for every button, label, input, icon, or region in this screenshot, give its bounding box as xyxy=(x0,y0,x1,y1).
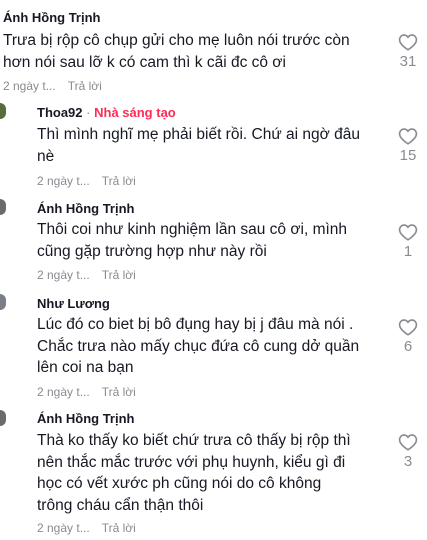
like-count: 1 xyxy=(403,243,413,260)
like-button[interactable]: 31 xyxy=(395,33,421,70)
comment-text-line: Thôi coi như kinh nghiệm lần sau cô ơi, … xyxy=(37,221,348,238)
like-count: 3 xyxy=(403,453,413,470)
like-count: 6 xyxy=(403,338,413,355)
comment-author[interactable]: Như Lương xyxy=(37,296,110,311)
comment-text-line: Thì mình nghĩ mẹ phải biết rồi. Chứ ai n… xyxy=(37,126,360,143)
comment-text: Thì mình nghĩ mẹ phải biết rồi. Chứ ai n… xyxy=(37,124,360,167)
like-count: 31 xyxy=(399,53,417,70)
comment-text-line: học có vết xước ph cũng nói do cô không xyxy=(37,475,322,492)
comment-meta: 2 ngày t... Trả lời xyxy=(37,268,136,282)
comment-text: Thà ko thấy ko biết chứ trưa cô thấy bị … xyxy=(37,430,351,516)
creator-badge: Nhà sáng tạo xyxy=(94,105,176,120)
comment-meta: 2 ngày t... Trả lời xyxy=(37,385,136,399)
comment-text: Thôi coi như kinh nghiệm lần sau cô ơi, … xyxy=(37,219,347,262)
comment-text-line: trông cháu cẩn thận thôi xyxy=(37,496,204,514)
author-name[interactable]: Thoa92 xyxy=(37,105,83,120)
heart-outline-icon xyxy=(398,319,418,336)
reply-button[interactable]: Trả lời xyxy=(102,521,136,535)
comment-text-line: nè xyxy=(37,147,55,165)
comment-meta: 2 ngày t... Trả lời xyxy=(3,79,102,93)
avatar[interactable] xyxy=(0,294,6,310)
comment-time: 2 ngày t... xyxy=(37,268,90,282)
comment-time: 2 ngày t... xyxy=(37,174,90,188)
heart-outline-icon xyxy=(398,224,418,241)
comment-text-line: Chắc trưa nào mấy chục đứa cô cung dở qu… xyxy=(37,337,360,355)
comment-text-line: Thà ko thấy ko biết chứ trưa cô thấy bị … xyxy=(37,432,351,449)
heart-outline-icon xyxy=(398,34,418,51)
comment-author: Thoa92 · Nhà sáng tạo xyxy=(37,105,176,120)
reply-button[interactable]: Trả lời xyxy=(102,174,136,188)
comment-time: 2 ngày t... xyxy=(3,79,56,93)
avatar[interactable] xyxy=(0,199,6,215)
comment-author[interactable]: Ánh Hồng Trịnh xyxy=(3,10,100,25)
comment-meta: 2 ngày t... Trả lời xyxy=(37,521,136,535)
comment-text-line: Lúc đó co biet bị bô đụng hay bị j đâu m… xyxy=(37,316,354,333)
comment-meta: 2 ngày t... Trả lời xyxy=(37,174,136,188)
like-count: 15 xyxy=(399,147,417,164)
like-button[interactable]: 6 xyxy=(395,318,421,355)
comment-text-line: hơn nói sau lỡ k có cam thì k cãi đc cô … xyxy=(3,53,286,71)
avatar[interactable] xyxy=(0,103,6,119)
like-button[interactable]: 15 xyxy=(395,127,421,164)
like-button[interactable]: 1 xyxy=(395,223,421,260)
comment-author[interactable]: Ánh Hồng Trịnh xyxy=(37,411,134,426)
comment-text-line: nên thắc mắc trước với phụ huynh, kiểu g… xyxy=(37,453,346,471)
comment-text-line: lên coi na bạn xyxy=(37,359,134,376)
like-button[interactable]: 3 xyxy=(395,433,421,470)
heart-outline-icon xyxy=(398,128,418,145)
avatar[interactable] xyxy=(0,410,6,426)
separator-dot: · xyxy=(86,105,91,120)
comment-time: 2 ngày t... xyxy=(37,521,90,535)
reply-button[interactable]: Trả lời xyxy=(68,79,102,93)
comment-text-line: cũng gặp trường hợp như này rồi xyxy=(37,242,267,260)
comment-text: Lúc đó co biet bị bô đụng hay bị j đâu m… xyxy=(37,314,359,379)
comment-author[interactable]: Ánh Hồng Trịnh xyxy=(37,201,134,216)
heart-outline-icon xyxy=(398,434,418,451)
reply-button[interactable]: Trả lời xyxy=(102,385,136,399)
comment-time: 2 ngày t... xyxy=(37,385,90,399)
reply-button[interactable]: Trả lời xyxy=(102,268,136,282)
comment-text: Trưa bị rộp cô chụp gửi cho mẹ luôn nói … xyxy=(3,30,350,73)
comment-text-line: Trưa bị rộp cô chụp gửi cho mẹ luôn nói … xyxy=(3,32,350,49)
